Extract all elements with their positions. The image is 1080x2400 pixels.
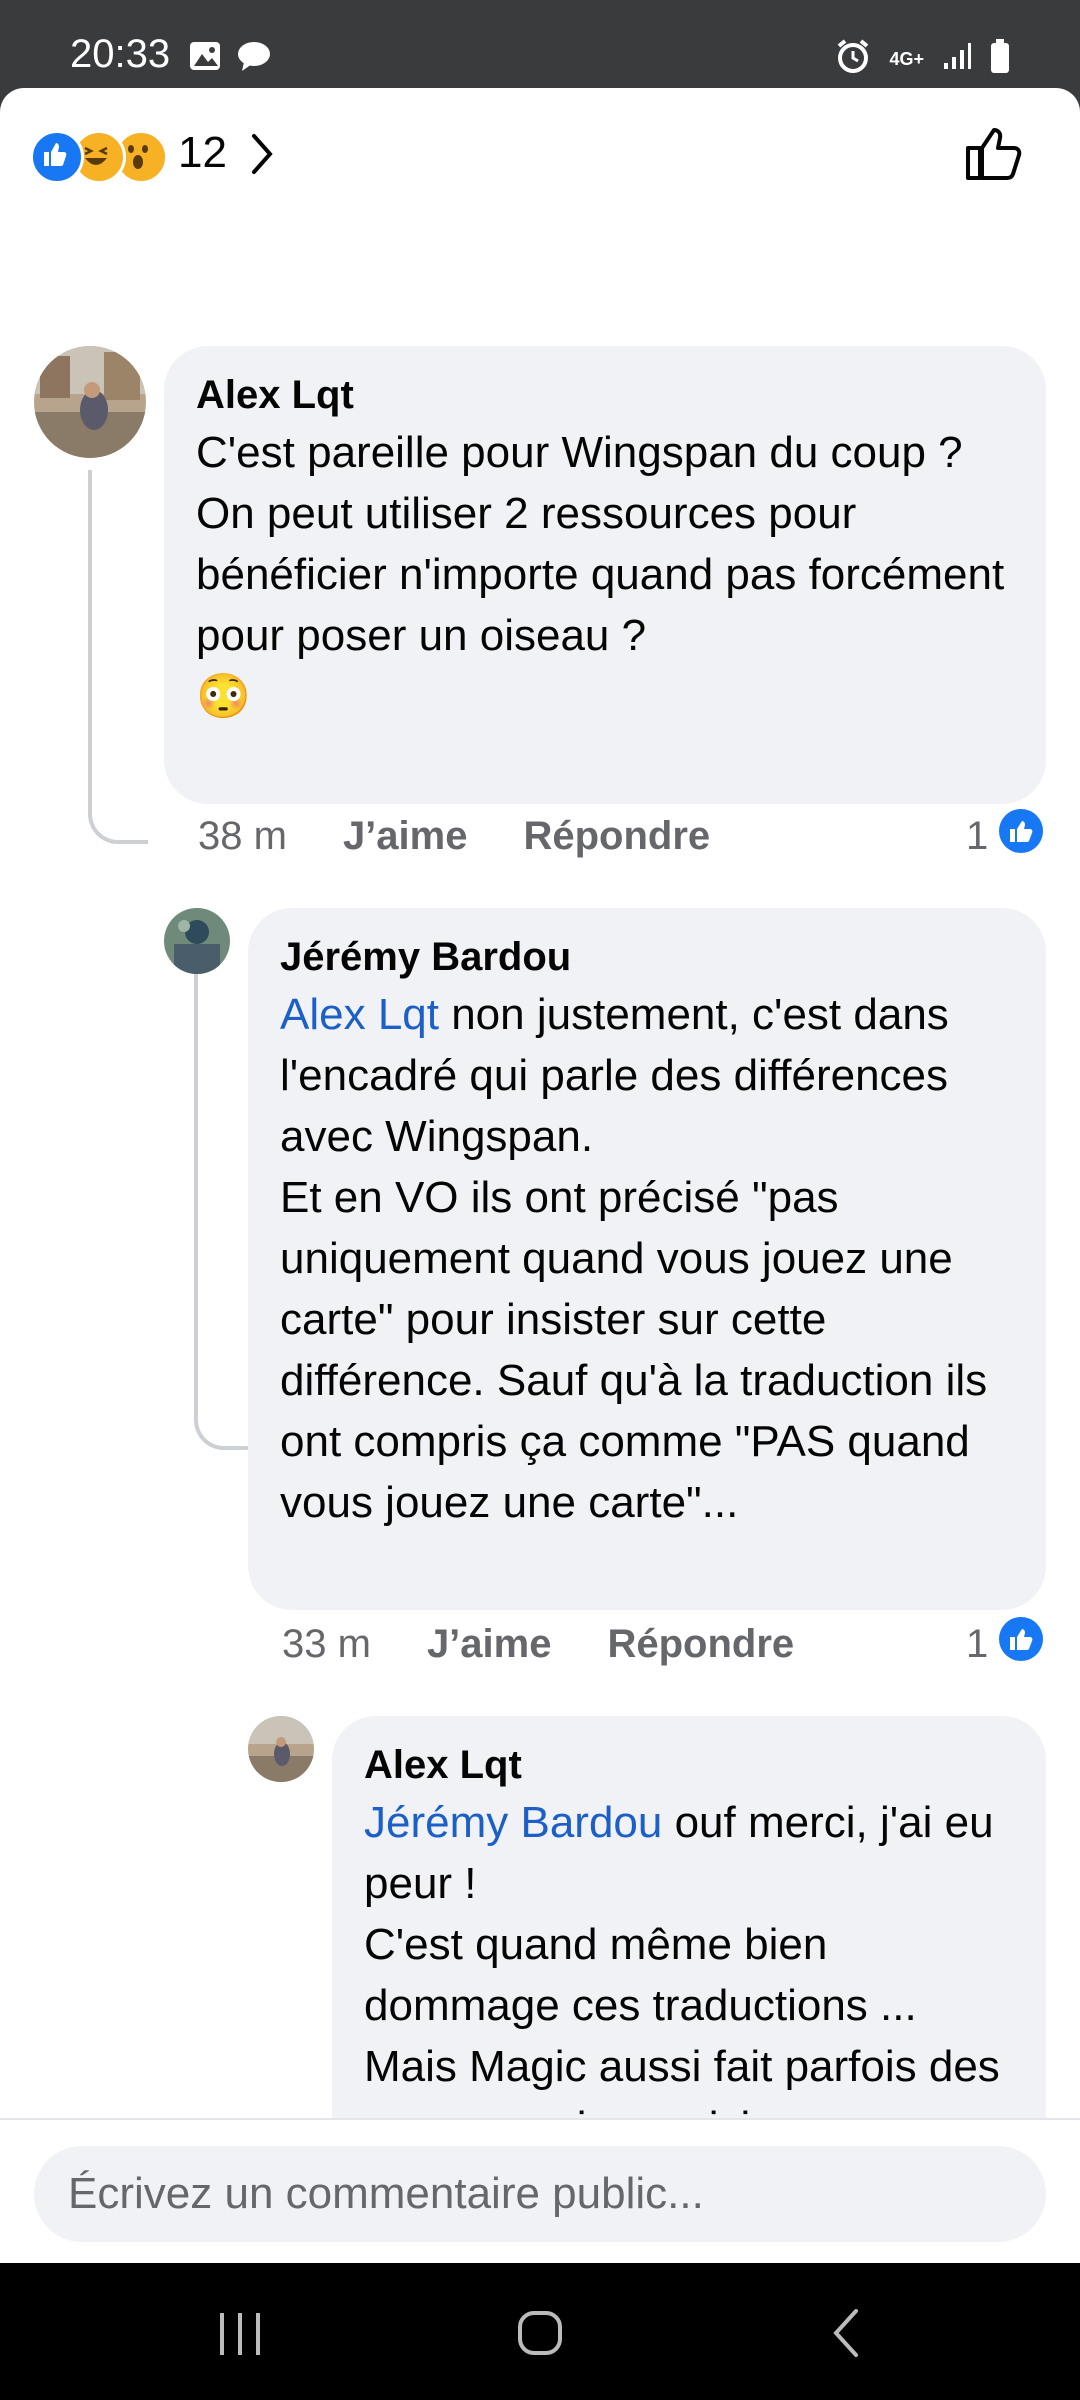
avatar[interactable] (34, 346, 146, 458)
home-icon[interactable] (516, 2309, 564, 2362)
comment-bubble: Alex Lqt C'est pareille pour Wingspan du… (164, 346, 1046, 804)
comment-likes[interactable]: 1 (966, 1614, 1044, 1674)
battery-icon (990, 39, 1010, 78)
comment-time[interactable]: 33 m (282, 1622, 371, 1667)
comment-input[interactable] (34, 2146, 1046, 2242)
reaction-count: 12 (178, 128, 227, 177)
reply-button[interactable]: Répondre (607, 1622, 794, 1667)
like-comment-button[interactable]: J’aime (343, 814, 468, 859)
comment-composer (0, 2118, 1080, 2263)
chat-bubble-icon (236, 40, 272, 77)
like-reaction-icon (998, 1616, 1044, 1672)
comments-panel: 12 Alex Lqt C'est pareille pour Wingspan… (0, 88, 1080, 2263)
chevron-right-icon[interactable] (248, 132, 276, 181)
comment-text: C'est pareille pour Wingspan du coup ? O… (196, 428, 1005, 660)
like-reaction-icon (998, 808, 1044, 864)
thread-connector (88, 470, 148, 844)
like-count: 1 (966, 813, 989, 858)
recent-apps-icon[interactable] (216, 2311, 264, 2362)
comment-actions: 38 m J’aime Répondre (198, 806, 766, 866)
thread-connector (194, 946, 250, 1450)
status-bar: 20:33 4G+ (0, 0, 1080, 88)
like-reaction-icon (30, 130, 84, 184)
avatar[interactable] (164, 908, 230, 974)
comment-bubble: Jérémy Bardou Alex Lqt non justement, c'… (248, 908, 1046, 1610)
image-icon (188, 40, 222, 77)
alarm-icon (835, 38, 871, 79)
back-icon[interactable] (828, 2307, 862, 2364)
comment-author[interactable]: Alex Lqt (364, 1738, 1014, 1792)
flushed-emoji: 😳 (196, 672, 251, 721)
navigation-bar (0, 2263, 1080, 2400)
reply-button[interactable]: Répondre (523, 814, 710, 859)
like-post-button[interactable] (964, 124, 1026, 187)
mention-link[interactable]: Jérémy Bardou (364, 1798, 662, 1847)
reaction-icons[interactable] (30, 130, 168, 184)
signal-icon (942, 41, 972, 76)
comment-time[interactable]: 38 m (198, 814, 287, 859)
avatar[interactable] (248, 1716, 314, 1782)
like-comment-button[interactable]: J’aime (427, 1622, 552, 1667)
comment-author[interactable]: Alex Lqt (196, 368, 1014, 422)
reactions-bar[interactable]: 12 (0, 88, 1080, 218)
comment-actions: 33 m J’aime Répondre (282, 1614, 850, 1674)
status-time: 20:33 (70, 32, 171, 76)
like-count: 1 (966, 1621, 989, 1666)
comment-text: non justement, c'est dans l'encadré qui … (280, 990, 988, 1527)
comment-likes[interactable]: 1 (966, 806, 1044, 866)
comment-bubble: Alex Lqt Jérémy Bardou ouf merci, j'ai e… (332, 1716, 1046, 2174)
comment-text: ouf merci, j'ai eu peur ! C'est quand mê… (364, 1798, 1000, 2152)
mention-link[interactable]: Alex Lqt (280, 990, 439, 1039)
comment-author[interactable]: Jérémy Bardou (280, 930, 1014, 984)
4g-icon: 4G+ (889, 48, 924, 69)
